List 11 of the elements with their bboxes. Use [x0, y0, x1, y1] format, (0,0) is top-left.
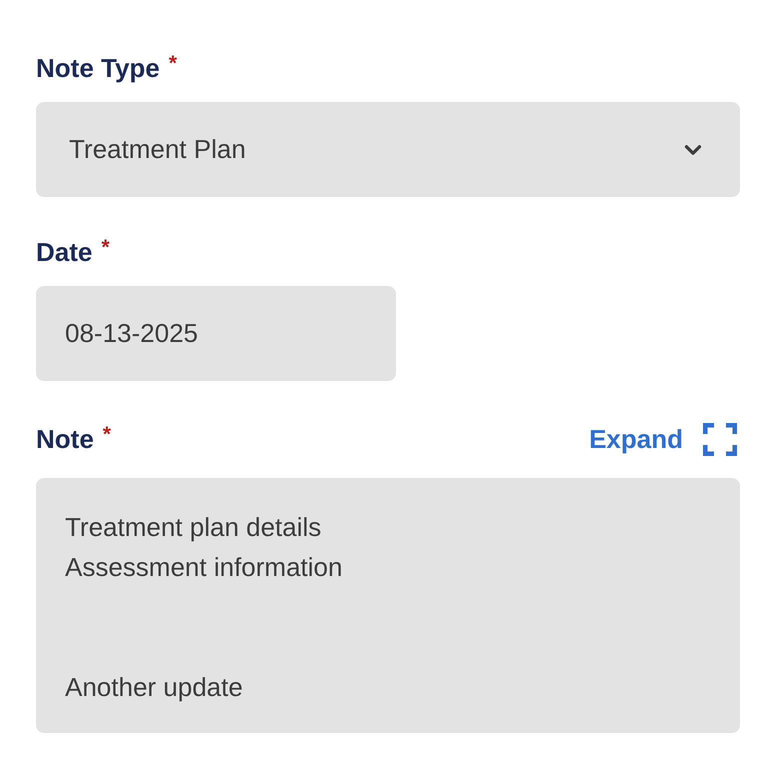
dropdown-field[interactable]: Treatment Plan — [36, 102, 740, 197]
required-asterisk: * — [102, 424, 111, 445]
field-label: Note — [36, 423, 94, 455]
field-label: Date — [36, 236, 92, 268]
date-field[interactable]: 08-13-2025 — [36, 286, 396, 381]
required-asterisk: * — [101, 237, 110, 258]
required-asterisk: * — [168, 53, 177, 74]
expand-icon — [703, 422, 737, 456]
expand-button[interactable]: Expand — [589, 420, 737, 458]
field-label: Note Type — [36, 52, 160, 84]
text-area[interactable]: Treatment plan details Assessment information Another update — [36, 478, 740, 733]
